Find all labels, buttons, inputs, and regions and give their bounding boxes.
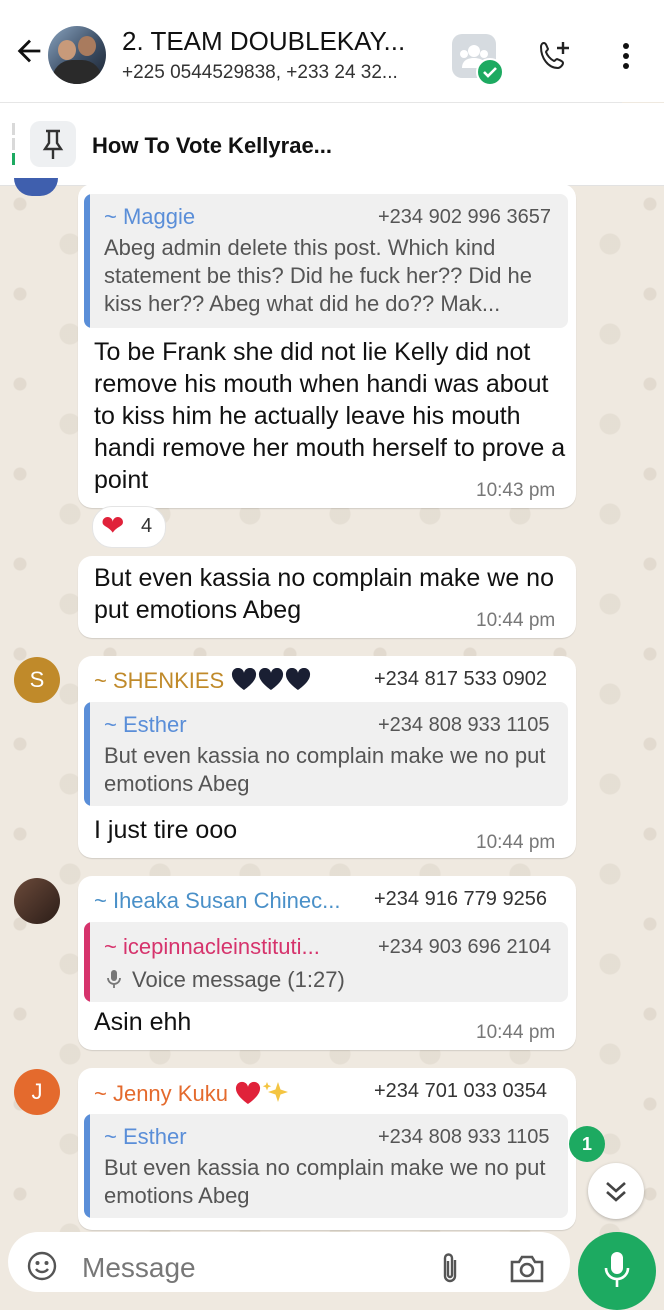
quoted-text: Abeg admin delete this post. Which kind … — [104, 235, 533, 316]
avatar[interactable]: J — [14, 1069, 60, 1115]
quoted-phone: +234 902 996 3657 — [378, 206, 551, 228]
heart-sparkle-emoji — [235, 1081, 289, 1104]
quoted-phone: +234 808 933 1105 — [378, 1126, 550, 1148]
quoted-text: But even kassia no complain make we no p… — [104, 743, 546, 796]
message-time: 10:44 pm — [476, 832, 556, 853]
black-heart-emoji — [232, 667, 311, 690]
quoted-sender: ~ Maggie — [104, 204, 196, 229]
reaction-badge[interactable]: ❤ 4 — [92, 506, 166, 548]
heart-emoji: ❤ — [101, 510, 125, 541]
message-bubble[interactable]: ~ Jenny Kuku +234 701 033 0354 ~ Esther … — [78, 1068, 576, 1230]
mic-small-icon — [107, 970, 121, 988]
sender-name-text: ~ SHENKIES — [94, 668, 225, 693]
message-bubble[interactable]: ~ Iheaka Susan Chinec... +234 916 779 92… — [78, 876, 576, 1050]
community-icon[interactable] — [452, 34, 504, 86]
group-members[interactable]: +225 0544529838, +233 24 32... — [122, 62, 434, 84]
unread-count-badge[interactable]: 1 — [569, 1126, 605, 1162]
group-avatar[interactable] — [48, 26, 106, 84]
quoted-sender: ~ icepinnacleinstituti... — [104, 934, 320, 959]
sender-name[interactable]: ~ Jenny Kuku — [94, 1080, 292, 1107]
sender-name[interactable]: ~ SHENKIES — [94, 667, 314, 694]
chat-header: 2. TEAM DOUBLEKAY... +225 0544529838, +2… — [0, 0, 664, 102]
sender-name[interactable]: ~ Iheaka Susan Chinec... — [94, 888, 364, 914]
message-text: I just tire ooo — [94, 816, 238, 844]
emoji-icon[interactable] — [26, 1250, 58, 1282]
avatar[interactable] — [14, 878, 60, 924]
back-arrow-icon[interactable] — [12, 34, 46, 68]
more-vert-icon[interactable] — [614, 40, 638, 72]
message-text: Asin ehh — [94, 1008, 192, 1036]
sender-name-text: ~ Jenny Kuku — [94, 1081, 228, 1106]
quoted-text: Voice message (1:27) — [132, 967, 345, 992]
pinned-message-text: How To Vote Kellyrae... — [92, 133, 333, 158]
quoted-message[interactable]: ~ Esther +234 808 933 1105 But even kass… — [84, 1114, 568, 1218]
message-time: 10:44 pm — [476, 610, 556, 631]
scroll-to-bottom-button[interactable] — [588, 1163, 644, 1219]
quoted-phone: +234 903 696 2104 — [378, 936, 551, 958]
voice-record-button[interactable] — [578, 1232, 656, 1310]
pinned-indicator — [12, 123, 16, 165]
quoted-sender: ~ Esther — [104, 1124, 187, 1149]
message-bubble[interactable]: ~ SHENKIES +234 817 533 0902 ~ Esther +2… — [78, 656, 576, 858]
message-bubble[interactable]: But even kassia no complain make we no p… — [78, 556, 576, 638]
pin-icon — [30, 121, 76, 167]
message-text: To be Frank she did not lie Kelly did no… — [94, 338, 566, 494]
sender-phone: +234 916 779 9256 — [374, 888, 547, 910]
quoted-message[interactable]: ~ Maggie +234 902 996 3657 Abeg admin de… — [84, 194, 568, 328]
pinned-message-bar[interactable]: How To Vote Kellyrae... — [0, 103, 664, 186]
check-icon — [476, 58, 504, 86]
message-time: 10:43 pm — [476, 480, 556, 501]
message-bubble[interactable]: ~ Maggie +234 902 996 3657 Abeg admin de… — [78, 184, 576, 508]
camera-icon[interactable] — [508, 1252, 546, 1284]
mic-icon — [604, 1252, 630, 1287]
double-chevron-down-icon — [606, 1182, 626, 1202]
reaction-count: 4 — [141, 515, 153, 537]
message-input[interactable]: Message — [82, 1252, 196, 1284]
avatar[interactable]: S — [14, 657, 60, 703]
message-composer: Message — [8, 1232, 570, 1292]
quoted-message[interactable]: ~ Esther +234 808 933 1105 But even kass… — [84, 702, 568, 806]
group-title[interactable]: 2. TEAM DOUBLEKAY... — [122, 26, 422, 57]
quoted-sender: ~ Esther — [104, 712, 187, 737]
quoted-phone: +234 808 933 1105 — [378, 714, 550, 736]
message-time: 10:44 pm — [476, 1022, 556, 1043]
sender-phone: +234 701 033 0354 — [374, 1080, 547, 1102]
quoted-message[interactable]: ~ icepinnacleinstituti... +234 903 696 2… — [84, 922, 568, 1002]
quoted-text: But even kassia no complain make we no p… — [104, 1155, 546, 1208]
attach-icon[interactable] — [436, 1250, 464, 1286]
sender-phone: +234 817 533 0902 — [374, 668, 547, 690]
add-call-icon[interactable] — [536, 38, 572, 74]
